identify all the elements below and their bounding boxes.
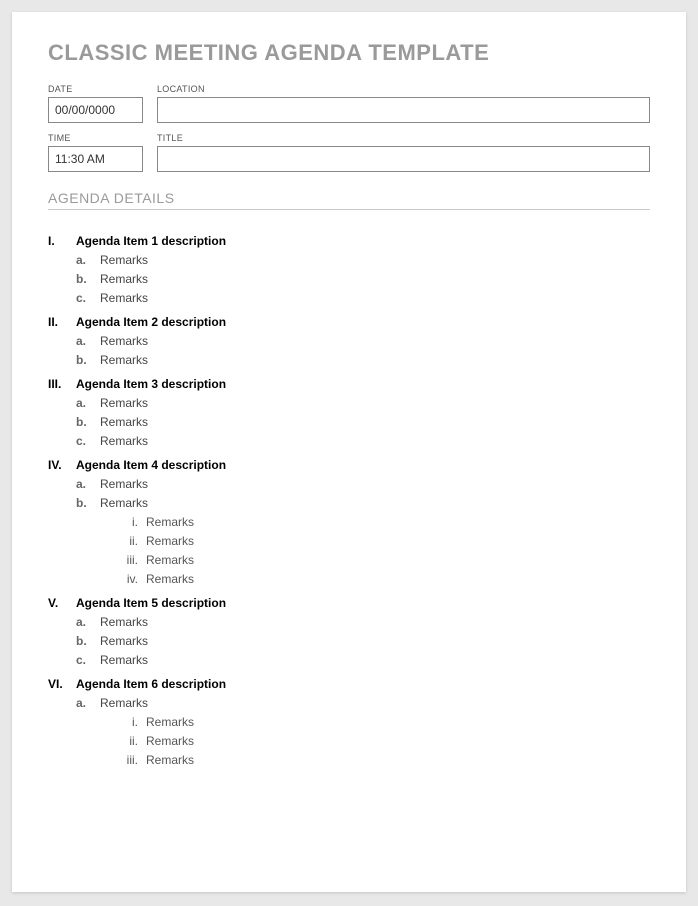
agenda-subsubitem-marker: ii.	[120, 534, 146, 548]
agenda-subitem-label: Remarks	[100, 477, 148, 491]
agenda-subitem-marker: c.	[76, 434, 100, 448]
title-input[interactable]	[157, 146, 650, 172]
agenda-item-label: Agenda Item 4 description	[76, 458, 226, 472]
agenda-subitem-marker: b.	[76, 634, 100, 648]
agenda-item-marker: II.	[48, 315, 76, 329]
location-input[interactable]	[157, 97, 650, 123]
agenda-subitem-label: Remarks	[100, 653, 148, 667]
date-field-group: DATE	[48, 84, 143, 123]
title-field-group: TITLE	[157, 133, 650, 172]
agenda-subitem-label: Remarks	[100, 396, 148, 410]
agenda-subitem-label: Remarks	[100, 615, 148, 629]
agenda-subitem-marker: a.	[76, 334, 100, 348]
agenda-item: VI.Agenda Item 6 description	[48, 677, 650, 691]
agenda-subsubitem: iii.Remarks	[120, 753, 650, 767]
agenda-subitem: c.Remarks	[76, 653, 650, 667]
agenda-subitem-label: Remarks	[100, 334, 148, 348]
agenda-subitem: a.Remarks	[76, 696, 650, 710]
agenda-item-marker: V.	[48, 596, 76, 610]
agenda-subitem: b.Remarks	[76, 415, 650, 429]
agenda-item: III.Agenda Item 3 description	[48, 377, 650, 391]
agenda-subitem: a.Remarks	[76, 615, 650, 629]
time-field-group: TIME	[48, 133, 143, 172]
agenda-subitem-marker: b.	[76, 415, 100, 429]
time-input[interactable]	[48, 146, 143, 172]
location-field-group: LOCATION	[157, 84, 650, 123]
agenda-subitem-marker: c.	[76, 291, 100, 305]
agenda-subitem: b.Remarks	[76, 634, 650, 648]
agenda-item-marker: III.	[48, 377, 76, 391]
agenda-item: II.Agenda Item 2 description	[48, 315, 650, 329]
agenda-subsubitem-marker: iii.	[120, 753, 146, 767]
page-title: CLASSIC MEETING AGENDA TEMPLATE	[48, 40, 650, 66]
section-header: AGENDA DETAILS	[48, 190, 650, 210]
agenda-subsubitem-label: Remarks	[146, 515, 194, 529]
agenda-subitem: c.Remarks	[76, 291, 650, 305]
agenda-item-marker: IV.	[48, 458, 76, 472]
agenda-item-label: Agenda Item 5 description	[76, 596, 226, 610]
agenda-subitem: b.Remarks	[76, 496, 650, 510]
agenda-item: IV.Agenda Item 4 description	[48, 458, 650, 472]
agenda-subsubitem-marker: i.	[120, 515, 146, 529]
agenda-subsubitem-marker: iv.	[120, 572, 146, 586]
form-row-1: DATE LOCATION	[48, 84, 650, 123]
agenda-subitem-label: Remarks	[100, 696, 148, 710]
agenda-subitem-label: Remarks	[100, 496, 148, 510]
agenda-subsubitem: ii.Remarks	[120, 734, 650, 748]
agenda-list: I.Agenda Item 1 descriptiona.Remarksb.Re…	[48, 234, 650, 767]
agenda-item: V.Agenda Item 5 description	[48, 596, 650, 610]
agenda-subsubitem: iv.Remarks	[120, 572, 650, 586]
agenda-subitem-marker: a.	[76, 615, 100, 629]
agenda-subsubitem: i.Remarks	[120, 715, 650, 729]
agenda-subsubitem-label: Remarks	[146, 534, 194, 548]
location-label: LOCATION	[157, 84, 650, 94]
agenda-subsubitem: i.Remarks	[120, 515, 650, 529]
agenda-item-label: Agenda Item 3 description	[76, 377, 226, 391]
agenda-subitem: a.Remarks	[76, 396, 650, 410]
agenda-subitem-label: Remarks	[100, 272, 148, 286]
agenda-subsubitem-marker: ii.	[120, 734, 146, 748]
agenda-item-marker: VI.	[48, 677, 76, 691]
agenda-subitem-marker: a.	[76, 253, 100, 267]
agenda-subitem-label: Remarks	[100, 415, 148, 429]
agenda-subsubitem-label: Remarks	[146, 734, 194, 748]
agenda-subitem: c.Remarks	[76, 434, 650, 448]
agenda-subitem: a.Remarks	[76, 334, 650, 348]
agenda-subitem: b.Remarks	[76, 272, 650, 286]
agenda-subitem-label: Remarks	[100, 634, 148, 648]
agenda-subsubitem: iii.Remarks	[120, 553, 650, 567]
agenda-subitem-marker: b.	[76, 496, 100, 510]
agenda-subitem-label: Remarks	[100, 291, 148, 305]
agenda-item-label: Agenda Item 6 description	[76, 677, 226, 691]
agenda-subitem: a.Remarks	[76, 477, 650, 491]
agenda-subitem-label: Remarks	[100, 253, 148, 267]
agenda-subitem-label: Remarks	[100, 434, 148, 448]
agenda-subitem-marker: a.	[76, 477, 100, 491]
agenda-subitem-marker: c.	[76, 653, 100, 667]
agenda-subitem: b.Remarks	[76, 353, 650, 367]
form-row-2: TIME TITLE	[48, 133, 650, 172]
agenda-subitem: a.Remarks	[76, 253, 650, 267]
agenda-subitem-marker: b.	[76, 272, 100, 286]
agenda-item: I.Agenda Item 1 description	[48, 234, 650, 248]
time-label: TIME	[48, 133, 143, 143]
agenda-subitem-marker: a.	[76, 396, 100, 410]
agenda-subitem-marker: a.	[76, 696, 100, 710]
title-label: TITLE	[157, 133, 650, 143]
agenda-subsubitem-marker: iii.	[120, 553, 146, 567]
agenda-item-label: Agenda Item 2 description	[76, 315, 226, 329]
agenda-subitem-marker: b.	[76, 353, 100, 367]
agenda-item-label: Agenda Item 1 description	[76, 234, 226, 248]
agenda-subsubitem-label: Remarks	[146, 553, 194, 567]
agenda-item-marker: I.	[48, 234, 76, 248]
agenda-subsubitem-label: Remarks	[146, 572, 194, 586]
agenda-subsubitem-marker: i.	[120, 715, 146, 729]
document-page: CLASSIC MEETING AGENDA TEMPLATE DATE LOC…	[12, 12, 686, 892]
agenda-subsubitem-label: Remarks	[146, 715, 194, 729]
agenda-subsubitem: ii.Remarks	[120, 534, 650, 548]
date-label: DATE	[48, 84, 143, 94]
agenda-subitem-label: Remarks	[100, 353, 148, 367]
date-input[interactable]	[48, 97, 143, 123]
agenda-subsubitem-label: Remarks	[146, 753, 194, 767]
